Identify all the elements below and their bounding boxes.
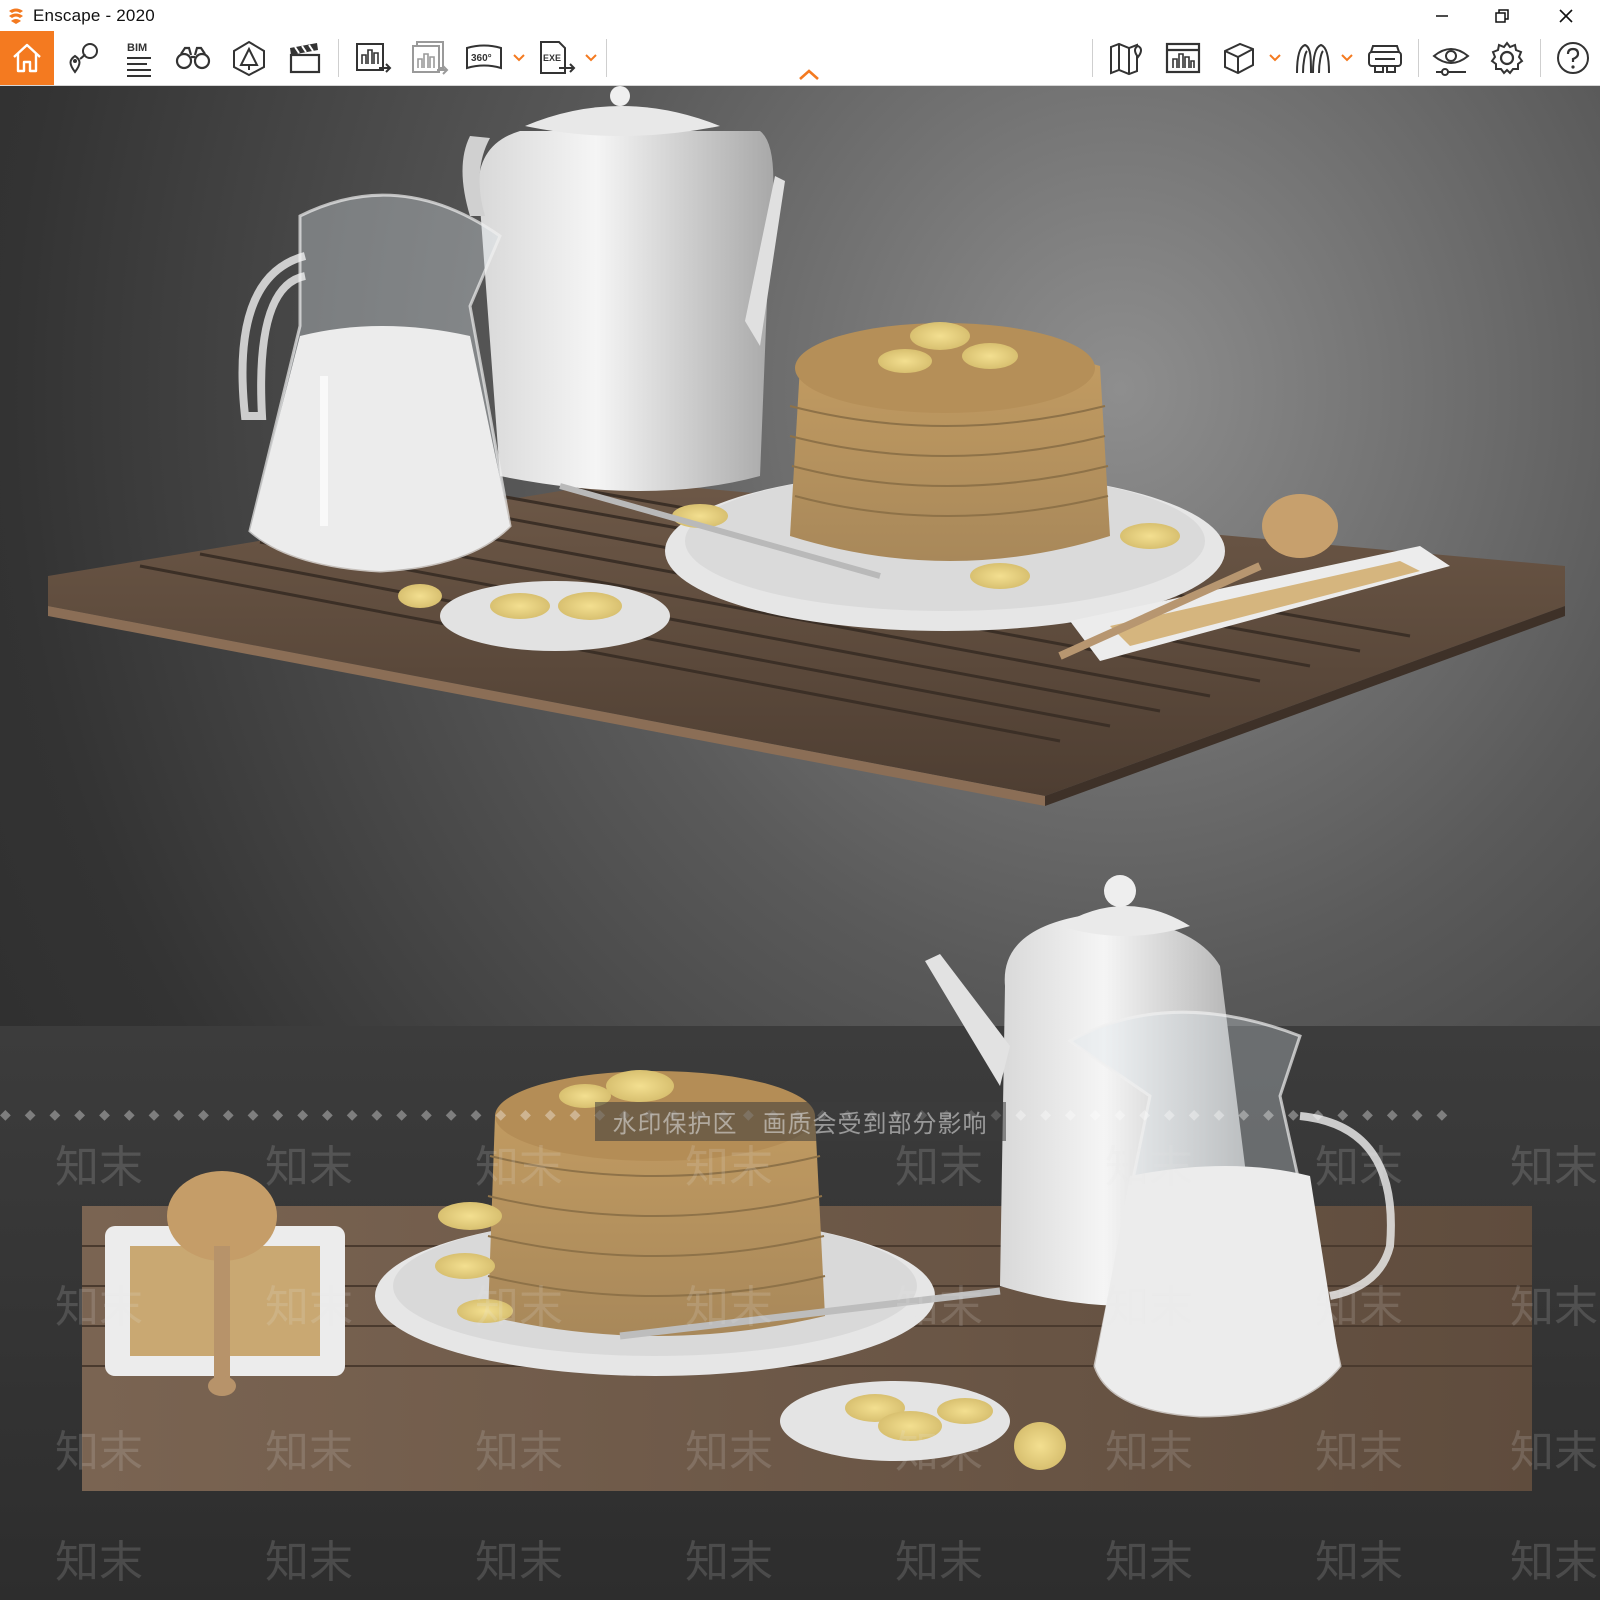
- render-window-button[interactable]: [1156, 31, 1210, 85]
- close-icon: [1559, 8, 1573, 23]
- people-button[interactable]: [1286, 31, 1340, 85]
- people-icon: [1296, 43, 1330, 74]
- export-exe-label: EXE: [543, 53, 561, 63]
- video-editor-button[interactable]: [278, 31, 332, 85]
- enscape-window: Enscape - 2020 BIM 360° EXE ◆◆◆◆◆◆◆◆◆◆◆◆…: [0, 0, 1600, 1600]
- window-title: Enscape - 2020: [33, 5, 155, 25]
- vr-button[interactable]: [1358, 31, 1412, 85]
- chevron-down-icon: [1269, 54, 1281, 62]
- teapot-upper: [462, 86, 785, 491]
- toolbar-separator: [1418, 39, 1419, 77]
- restore-button[interactable]: [1472, 0, 1532, 31]
- export-exe-button[interactable]: EXE: [530, 31, 584, 85]
- toolbar-separator: [606, 39, 607, 77]
- help-icon: [1557, 42, 1589, 74]
- chevron-down-icon: [1341, 54, 1353, 62]
- map-icon: [1110, 42, 1142, 76]
- panorama-360-label: 360°: [471, 53, 492, 64]
- people-dropdown[interactable]: [1340, 31, 1354, 85]
- home-icon: [13, 43, 41, 73]
- minimize-icon: [1436, 14, 1448, 17]
- enscape-logo-icon: [5, 5, 27, 27]
- toolbar-collapse-button[interactable]: [796, 67, 822, 81]
- chevron-down-icon: [585, 54, 597, 62]
- toolbar-separator: [1092, 39, 1093, 77]
- export-exe-dropdown[interactable]: [584, 31, 598, 85]
- main-toolbar: BIM 360° EXE: [0, 31, 1600, 86]
- batch-render-icon: [412, 41, 449, 75]
- settings-button[interactable]: [1480, 31, 1534, 85]
- honey-dish-lower: [105, 1171, 345, 1396]
- export-image-button[interactable]: [346, 31, 400, 85]
- render-window-icon: [1165, 42, 1201, 74]
- chevron-down-icon: [513, 54, 525, 62]
- batch-render-button[interactable]: [402, 31, 456, 85]
- binoculars-icon: [175, 46, 211, 70]
- cube-button[interactable]: [1212, 31, 1266, 85]
- title-bar: Enscape - 2020: [0, 0, 1600, 31]
- bim-icon: BIM: [127, 42, 151, 77]
- render-viewport[interactable]: ◆◆◆◆◆◆◆◆◆◆◆◆◆◆◆◆◆◆◆◆◆◆◆◆◆◆◆◆◆◆◆◆◆◆◆◆◆◆◆◆…: [0, 86, 1600, 1600]
- panorama-360-icon: 360°: [466, 44, 502, 70]
- watermark-diamond-row: ◆◆◆◆◆◆◆◆◆◆◆◆◆◆◆◆◆◆◆◆◆◆◆◆◆◆◆◆◆◆◆◆◆◆◆◆◆◆◆◆…: [0, 1107, 1462, 1123]
- vr-headset-icon: [1368, 45, 1402, 73]
- clapperboard-icon: [289, 43, 321, 74]
- export-360-dropdown[interactable]: [512, 31, 526, 85]
- minimize-button[interactable]: [1412, 0, 1472, 31]
- toolbar-separator: [338, 39, 339, 77]
- close-button[interactable]: [1536, 0, 1596, 31]
- bim-button[interactable]: BIM: [110, 31, 164, 85]
- bim-label: BIM: [127, 42, 147, 54]
- toolbar-separator: [1540, 39, 1541, 77]
- views-button[interactable]: [56, 31, 110, 85]
- milk-jug-upper: [238, 193, 512, 573]
- help-button[interactable]: [1546, 31, 1600, 85]
- export-exe-icon: EXE: [540, 41, 576, 74]
- restore-icon: [1495, 8, 1509, 23]
- gear-icon: [1490, 41, 1524, 75]
- export-360-button[interactable]: 360°: [458, 31, 512, 85]
- home-button[interactable]: [0, 31, 54, 85]
- export-image-icon: [356, 43, 392, 73]
- visual-settings-button[interactable]: [1424, 31, 1478, 85]
- eye-settings-icon: [1432, 48, 1470, 76]
- breakfast-scene: [48, 86, 1565, 1491]
- cube-icon: [1224, 42, 1254, 75]
- asset-library-icon: [233, 40, 265, 77]
- location-icon: [69, 43, 98, 74]
- chevron-up-icon: [799, 69, 819, 80]
- asset-library-button[interactable]: [222, 31, 276, 85]
- map-button[interactable]: [1100, 31, 1154, 85]
- walk-mode-button[interactable]: [166, 31, 220, 85]
- cube-dropdown[interactable]: [1268, 31, 1282, 85]
- lower-view: [82, 875, 1532, 1491]
- upper-view: [48, 86, 1565, 806]
